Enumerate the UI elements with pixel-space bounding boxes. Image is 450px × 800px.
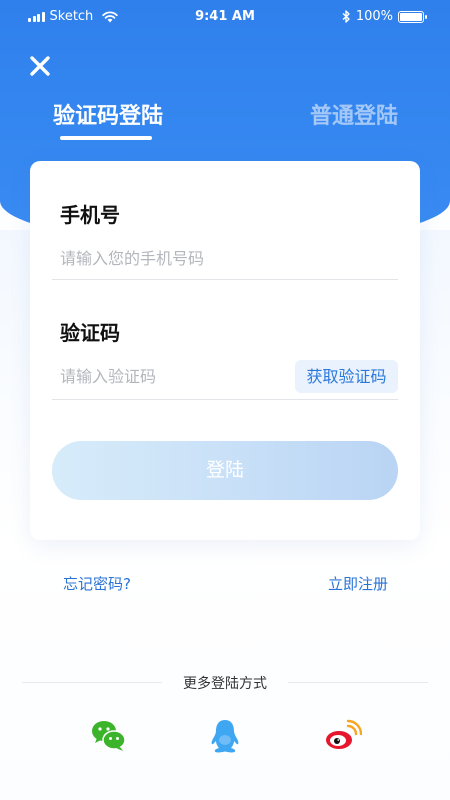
active-tab-indicator [60, 136, 152, 140]
status-bar: Sketch 9:41 AM 100% [0, 0, 450, 32]
tab-sms-login[interactable]: 验证码登陆 [53, 98, 163, 130]
code-input[interactable] [60, 361, 260, 391]
phone-divider [52, 279, 398, 280]
battery-icon [398, 10, 427, 23]
login-card: 手机号 验证码 获取验证码 登陆 [30, 161, 420, 540]
register-link[interactable]: 立即注册 [328, 573, 388, 594]
more-divider-right [288, 682, 428, 683]
tab-password-login[interactable]: 普通登陆 [310, 98, 398, 130]
get-code-button[interactable]: 获取验证码 [295, 360, 398, 393]
close-icon [30, 56, 50, 76]
code-divider [52, 399, 398, 400]
weibo-login-button[interactable] [322, 716, 363, 756]
battery-percent: 100% [355, 9, 393, 24]
code-label: 验证码 [60, 321, 120, 345]
wechat-icon [92, 721, 126, 751]
more-login-section: 更多登陆方式 [22, 672, 428, 692]
status-right: 100% [342, 9, 427, 24]
close-button[interactable] [28, 54, 52, 78]
phone-input[interactable] [60, 243, 375, 273]
login-button[interactable]: 登陆 [52, 441, 398, 500]
wechat-login-button[interactable] [89, 716, 129, 756]
more-login-title: 更多登陆方式 [183, 676, 267, 692]
forgot-password-link[interactable]: 忘记密码? [63, 573, 131, 594]
phone-label: 手机号 [60, 203, 120, 227]
weibo-icon [326, 719, 363, 749]
qq-login-button[interactable] [205, 716, 245, 756]
bluetooth-icon [342, 10, 350, 23]
qq-icon [211, 720, 239, 753]
